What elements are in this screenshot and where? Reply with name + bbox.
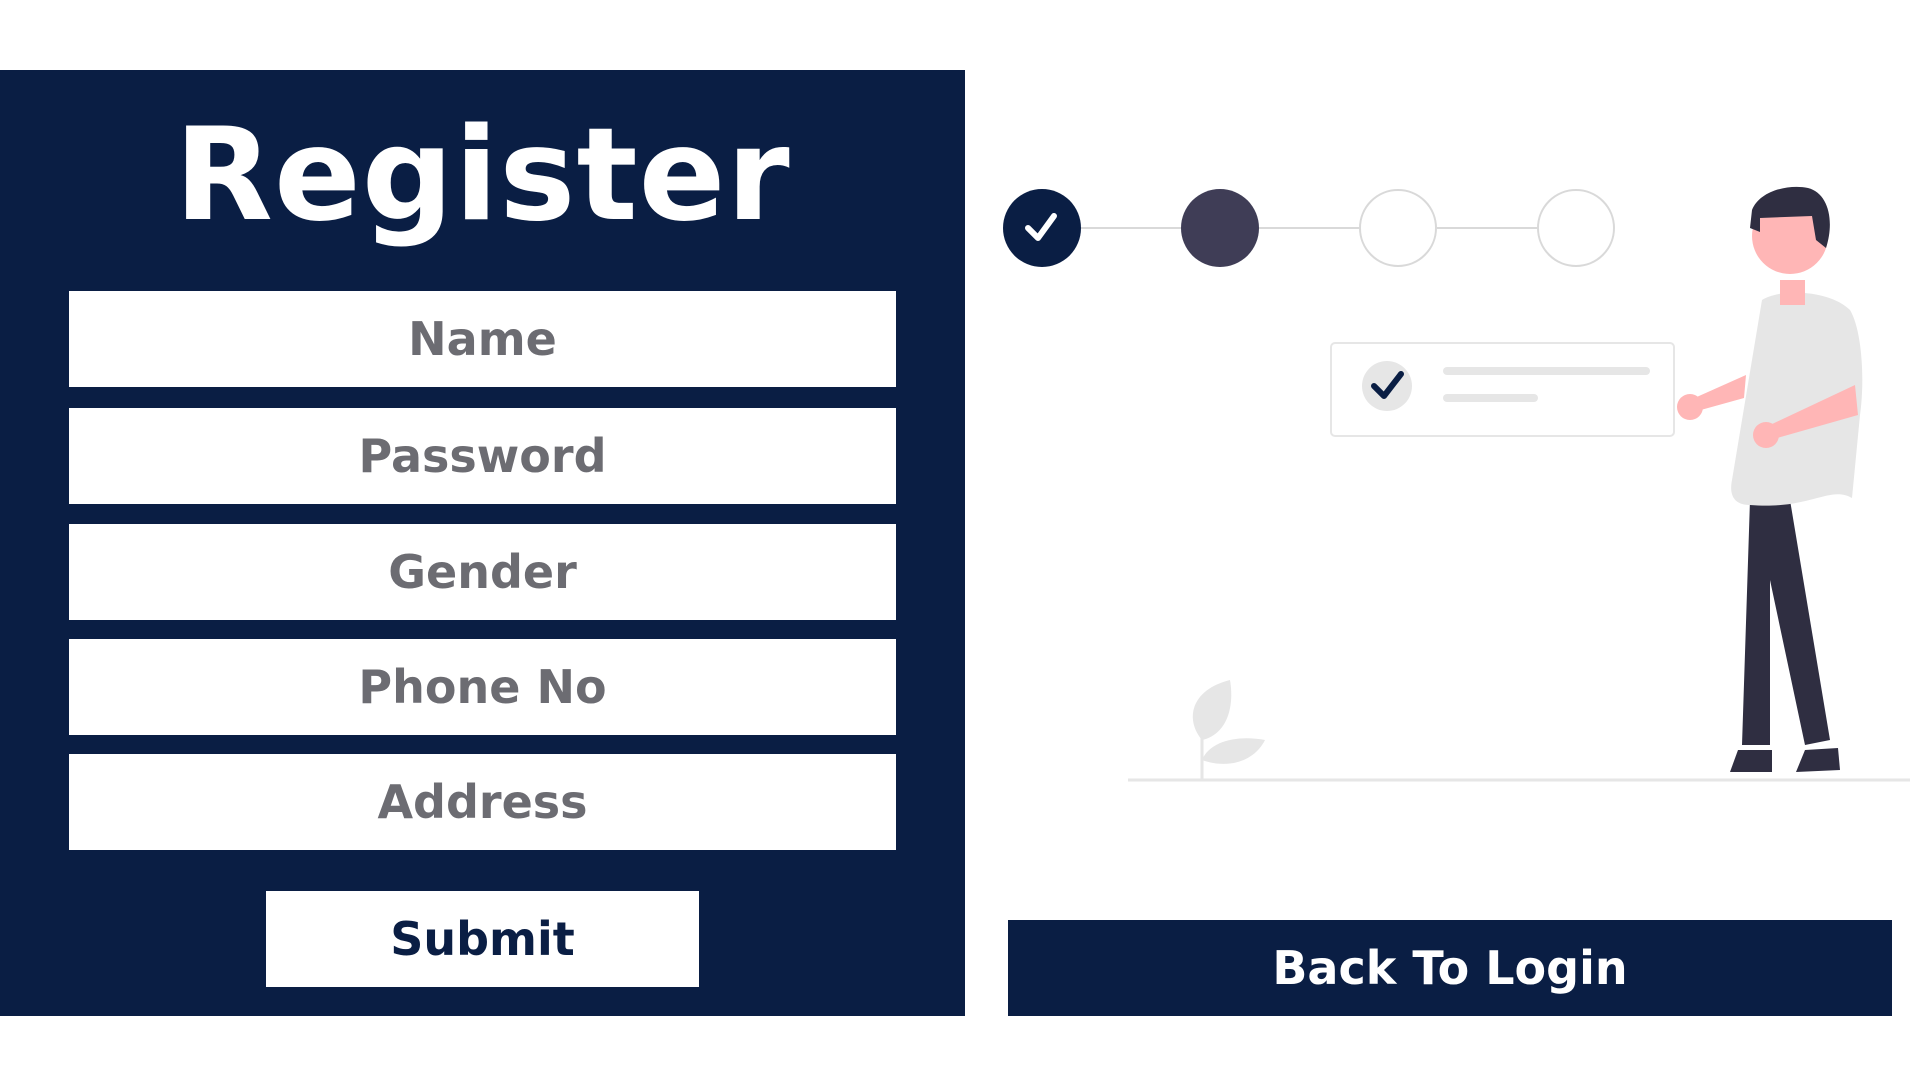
gender-field[interactable]	[69, 524, 896, 620]
illustration	[1003, 186, 1910, 782]
card-line-short	[1443, 394, 1538, 402]
password-field[interactable]	[69, 408, 896, 504]
back-to-login-button[interactable]: Back To Login	[1008, 920, 1892, 1016]
card-line-long	[1443, 367, 1650, 375]
address-field[interactable]	[69, 754, 896, 850]
checklist-card	[1330, 342, 1675, 437]
check-circle-icon	[1362, 361, 1412, 411]
register-page: Register Submit	[0, 0, 1920, 1080]
step-3	[1359, 189, 1437, 267]
name-field[interactable]	[69, 291, 896, 387]
stepper	[1003, 189, 1615, 267]
submit-button[interactable]: Submit	[266, 891, 699, 987]
step-2-current	[1181, 189, 1259, 267]
person-illustration	[1677, 186, 1863, 772]
plant-icon	[1192, 680, 1265, 780]
phone-field[interactable]	[69, 639, 896, 735]
step-4	[1537, 189, 1615, 267]
register-title: Register	[174, 101, 791, 250]
